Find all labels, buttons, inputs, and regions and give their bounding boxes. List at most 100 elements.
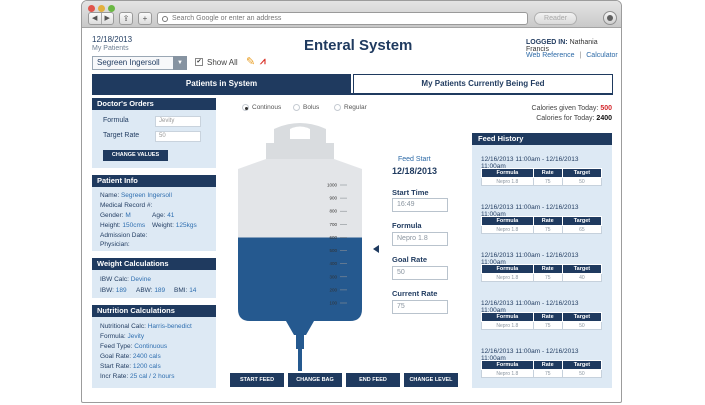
link-separator: | [579, 52, 582, 59]
back-icon[interactable]: ◀ [89, 13, 101, 24]
height-row: Height: 150cms [100, 222, 145, 229]
name-value: Segreen Ingersoll [120, 192, 172, 199]
feed-history-header-row: Formula Rate Target [481, 312, 603, 322]
formula-input[interactable]: Jevity [155, 116, 201, 127]
minimize-window-icon[interactable] [98, 5, 105, 12]
change-level-button[interactable]: CHANGE LEVEL [404, 373, 458, 387]
download-icon[interactable] [603, 11, 617, 25]
incr-rate-row: Incr Rate: 25 cal / 2 hours [100, 373, 174, 380]
target-rate-input[interactable]: 50 [155, 131, 201, 142]
goal-rate-field-input[interactable]: 50 [392, 266, 448, 280]
new-tab-icon[interactable]: + [138, 12, 152, 25]
table-row: Nepro 1.8 75 50 [481, 177, 603, 186]
bolus-radio[interactable] [293, 104, 300, 111]
show-all-label: Show All [207, 58, 238, 67]
current-rate-input[interactable]: 75 [392, 300, 448, 314]
start-time-label: Start Time [392, 188, 429, 197]
page-title: Enteral System [304, 37, 413, 54]
pencil-icon[interactable]: ✎ [246, 55, 255, 68]
table-row: Nepro 1.8 75 40 [481, 273, 603, 282]
scale-label: 500 [329, 248, 337, 253]
chevron-down-icon[interactable]: ▼ [173, 56, 187, 70]
line-chart-icon[interactable]: ⩘ [260, 56, 266, 67]
forward-icon[interactable]: ▶ [100, 13, 114, 24]
bag-spout [296, 335, 304, 349]
change-bag-button[interactable]: CHANGE BAG [288, 373, 342, 387]
age-value: 41 [167, 212, 175, 219]
calculator-link[interactable]: Calculator [586, 52, 618, 59]
ibw-value: 189 [115, 287, 127, 294]
feed-history-header-row: Formula Rate Target [481, 216, 603, 226]
nav-buttons: ◀ ▶ [88, 12, 114, 25]
target-column-header: Target [561, 360, 603, 370]
formula-cell: Nepro 1.8 [481, 321, 534, 330]
incr-rate-label: Incr Rate: [100, 373, 129, 380]
continuous-label: Continous [252, 104, 282, 111]
calories-given-label: Calories given Today: [531, 105, 599, 112]
reader-button[interactable]: Reader [534, 12, 577, 25]
height-label: Height: [100, 222, 121, 229]
bmi-row: BMI: 14 [174, 287, 196, 294]
change-values-button[interactable]: CHANGE VALUES [103, 150, 168, 161]
close-window-icon[interactable] [88, 5, 95, 12]
address-bar[interactable]: Search Google or enter an address [157, 12, 528, 25]
doctors-orders-heading: Doctor's Orders [92, 98, 216, 110]
nutrition-calculations-heading: Nutrition Calculations [92, 305, 216, 317]
show-all-checkbox[interactable]: ✔ [195, 58, 203, 66]
feed-history-header-row: Formula Rate Target [481, 264, 603, 274]
height-value: 150cms [122, 222, 146, 229]
browser-window: ◀ ▶ ⇪ + Search Google or enter an addres… [81, 0, 622, 403]
patient-info-panel: Patient Info Name: Segreen Ingersoll Med… [92, 175, 216, 251]
regular-radio[interactable] [334, 104, 341, 111]
nutritional-calc-label: Nutritional Calc: [100, 323, 146, 330]
level-pointer [373, 245, 379, 253]
web-reference-link[interactable]: Web Reference [526, 52, 575, 59]
feed-history-panel: Feed History 12/16/2013 11:00am - 12/16/… [472, 133, 612, 388]
name-row: Name: Segreen Ingersoll [100, 192, 172, 199]
scale-label: 400 [329, 261, 337, 266]
login-status: LOGGED IN: Nathania Francis [526, 39, 621, 53]
ibw-calc-value: Devine [130, 276, 151, 283]
formula-cell: Nepro 1.8 [481, 369, 534, 378]
target-column-header: Target [561, 264, 603, 274]
formula-field-input[interactable]: Nepro 1.8 [392, 232, 448, 246]
continuous-radio[interactable] [242, 104, 249, 111]
bag-graphic: 1000 900 800 700 600 500 400 300 200 100 [238, 123, 362, 371]
feed-type-row: Feed Type: Continuous [100, 343, 167, 350]
nutritional-calc-row: Nutritional Calc: Harris-benedict [100, 323, 192, 330]
start-rate-label: Start Rate: [100, 363, 132, 370]
gender-label: Gender: [100, 212, 124, 219]
tab-patients-in-system[interactable]: Patients in System [92, 74, 351, 93]
scale-label: 1000 [327, 183, 338, 188]
feed-history-time: 12/16/2013 11:00am - 12/16/2013 11:00am [481, 156, 579, 170]
tab-currently-being-fed[interactable]: My Patients Currently Being Fed [353, 74, 613, 93]
nutrition-formula-label: Formula: [100, 333, 126, 340]
zoom-window-icon[interactable] [108, 5, 115, 12]
regular-label: Regular [344, 104, 367, 111]
scale-label: 100 [329, 301, 337, 306]
feed-history-time: 12/16/2013 11:00am - 12/16/2013 11:00am [481, 204, 579, 218]
calories-for-value: 2400 [596, 115, 612, 122]
scale-label: 900 [329, 196, 337, 201]
formula-row: Formula: Jevity [100, 333, 144, 340]
gender-row: Gender: M [100, 212, 131, 219]
end-feed-button[interactable]: END FEED [346, 373, 400, 387]
calories-given-value: 500 [600, 105, 612, 112]
feeding-bag: 1000 900 800 700 600 500 400 300 200 100 [230, 121, 370, 371]
goal-rate-field-label: Goal Rate [392, 255, 428, 264]
bmi-label: BMI: [174, 287, 188, 294]
feed-history-entry: 12/16/2013 11:00am - 12/16/2013 11:00am F… [481, 348, 603, 378]
current-rate-label: Current Rate [392, 289, 438, 298]
scale-label: 700 [329, 222, 337, 227]
rate-cell: 75 [532, 177, 563, 186]
weight-row: Weight: 125kgs [152, 222, 197, 229]
start-feed-button[interactable]: START FEED [230, 373, 284, 387]
target-column-header: Target [561, 168, 603, 178]
start-rate-row: Start Rate: 1200 cals [100, 363, 161, 370]
ibw-label: IBW: [100, 287, 114, 294]
target-cell: 40 [561, 273, 603, 282]
start-time-input[interactable]: 16:49 [392, 198, 448, 212]
medical-record-label: Medical Record #: [100, 202, 153, 209]
share-icon[interactable]: ⇪ [119, 12, 133, 25]
scale-label: 300 [329, 274, 337, 279]
